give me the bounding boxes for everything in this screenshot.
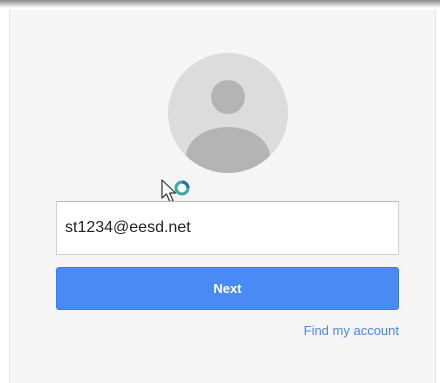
avatar-graphic bbox=[168, 53, 288, 173]
find-my-account-link[interactable]: Find my account bbox=[304, 323, 399, 338]
email-field[interactable] bbox=[56, 201, 399, 255]
next-button[interactable]: Next bbox=[56, 267, 399, 310]
sign-in-page: Next Find my account bbox=[0, 0, 440, 383]
default-user-avatar-icon bbox=[168, 53, 288, 173]
top-edge-strip bbox=[0, 0, 440, 8]
